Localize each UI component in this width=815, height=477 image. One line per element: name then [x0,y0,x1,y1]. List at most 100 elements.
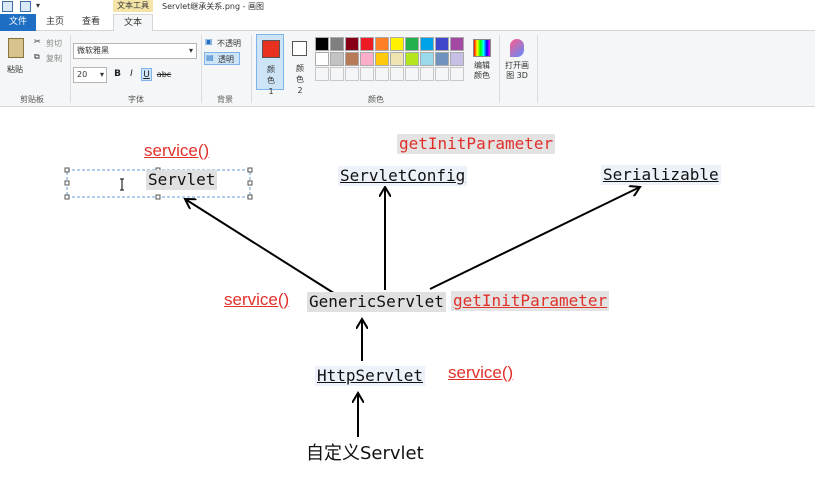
tab-file[interactable]: 文件 [0,14,36,31]
ribbon-tabs: 文件 主页 查看 文本 [0,14,815,32]
palette-swatch[interactable] [375,52,389,66]
custom-color-slot[interactable] [450,67,464,81]
cut-button[interactable]: ✂ 剪切 [34,37,68,48]
palette-swatch[interactable] [315,37,329,51]
node-serializable[interactable]: Serializable [601,165,721,185]
custom-color-slot[interactable] [345,67,359,81]
node-servletconfig[interactable]: ServletConfig [338,166,468,186]
ribbon-separator [499,35,500,103]
custom-color-slot[interactable] [360,67,374,81]
transparent-option[interactable]: ▤ 透明 [204,52,240,65]
tab-view[interactable]: 查看 [76,14,106,31]
underline-button[interactable]: U [141,68,152,81]
note-getinitparameter-generic: getInitParameter [451,291,610,311]
strikethrough-button[interactable]: abc [156,68,172,81]
copy-button[interactable]: ⧉ 复制 [34,52,68,63]
font-size-select[interactable]: 20 ▾ [73,67,107,83]
custom-color-slot[interactable] [330,67,344,81]
ribbon-separator [70,35,71,103]
group-label-font: 字体 [128,95,144,104]
opaque-icon: ▣ [205,37,213,46]
palette-swatch[interactable] [390,37,404,51]
paste-label: 粘贴 [7,65,23,74]
transparent-label: 透明 [218,55,234,64]
palette-swatch[interactable] [345,52,359,66]
palette-swatch[interactable] [405,52,419,66]
scissors-icon: ✂ [34,37,41,46]
custom-color-slot[interactable] [375,67,389,81]
window-title: Servlet继承关系.png - 画图 [162,2,265,11]
opaque-label: 不透明 [217,39,241,48]
color1-button[interactable]: 颜色 1 [256,34,284,96]
palette-swatch[interactable] [420,37,434,51]
custom-color-slot[interactable] [405,67,419,81]
drawing-canvas[interactable]: service() Servlet getInitParameter Servl… [0,107,815,477]
palette-swatch[interactable] [375,37,389,51]
paste-button[interactable]: 粘贴 [4,36,30,78]
color2-label: 颜色 2 [296,64,304,95]
custom-color-slot[interactable] [390,67,404,81]
palette-swatch[interactable] [360,52,374,66]
copy-icon: ⧉ [34,52,40,61]
font-family-select[interactable]: 微软雅黑 ▾ [73,43,197,59]
custom-color-slot[interactable] [315,67,329,81]
palette-swatch[interactable] [315,52,329,66]
font-family-value: 微软雅黑 [77,46,109,55]
italic-button[interactable]: I [126,68,137,81]
rainbow-palette-icon [473,39,491,57]
group-label-clipboard: 剪贴板 [20,95,44,104]
save-icon[interactable] [20,1,31,12]
node-servlet[interactable]: Servlet [146,170,218,190]
custom-color-slot[interactable] [435,67,449,81]
color2-swatch [292,41,307,56]
group-label-background: 背景 [217,95,233,104]
opaque-option[interactable]: ▣ 不透明 [205,37,249,49]
palette-swatch[interactable] [360,37,374,51]
paint3d-label: 打开画图 3D [505,61,529,80]
tab-text[interactable]: 文本 [113,14,153,32]
color1-swatch [262,40,280,58]
quick-access-dropdown-icon[interactable]: ▾ [36,1,40,10]
note-service-generic: service() [224,290,290,309]
edit-colors-label: 编辑颜色 [474,61,490,80]
palette-swatch[interactable] [330,52,344,66]
note-getinitparameter-top: getInitParameter [397,134,556,154]
cut-label: 剪切 [46,39,62,48]
copy-label: 复制 [46,54,62,63]
edit-colors-button[interactable]: 编辑颜色 [468,36,496,86]
color2-button[interactable]: 颜色 2 [286,34,314,95]
font-size-value: 20 [77,70,88,79]
open-paint3d-button[interactable]: 打开画图 3D [503,36,531,88]
palette-swatch[interactable] [450,37,464,51]
node-custom-servlet[interactable]: 自定义Servlet [306,439,424,465]
custom-color-slot[interactable] [420,67,434,81]
ribbon-separator [251,35,252,103]
palette-swatch[interactable] [420,52,434,66]
context-tab-label: 文本工具 [113,0,153,12]
bold-button[interactable]: B [112,68,123,81]
chevron-down-icon: ▾ [99,70,104,79]
node-genericservlet[interactable]: GenericServlet [307,292,446,312]
color1-label: 颜色 1 [267,65,275,96]
palette-swatch[interactable] [330,37,344,51]
palette-swatch[interactable] [345,37,359,51]
arrow-generic-to-serializable [429,187,640,290]
color-palette [315,37,467,85]
node-httpservlet[interactable]: HttpServlet [315,366,425,386]
clipboard-icon [8,38,24,58]
text-cursor-icon [120,178,124,191]
ribbon-separator [537,35,538,103]
chevron-down-icon: ▾ [188,46,193,55]
transparent-icon: ▤ [206,53,214,62]
group-label-colors: 颜色 [368,95,384,104]
ribbon: 粘贴 ✂ 剪切 ⧉ 复制 剪贴板 微软雅黑 ▾ 20 ▾ B I U abc 字… [0,31,815,107]
palette-swatch[interactable] [450,52,464,66]
palette-swatch[interactable] [435,37,449,51]
note-service-servlet: service() [144,141,210,160]
tab-home[interactable]: 主页 [40,14,70,31]
palette-swatch[interactable] [405,37,419,51]
ribbon-separator [201,35,202,103]
arrow-generic-to-servlet [185,199,341,298]
palette-swatch[interactable] [435,52,449,66]
palette-swatch[interactable] [390,52,404,66]
